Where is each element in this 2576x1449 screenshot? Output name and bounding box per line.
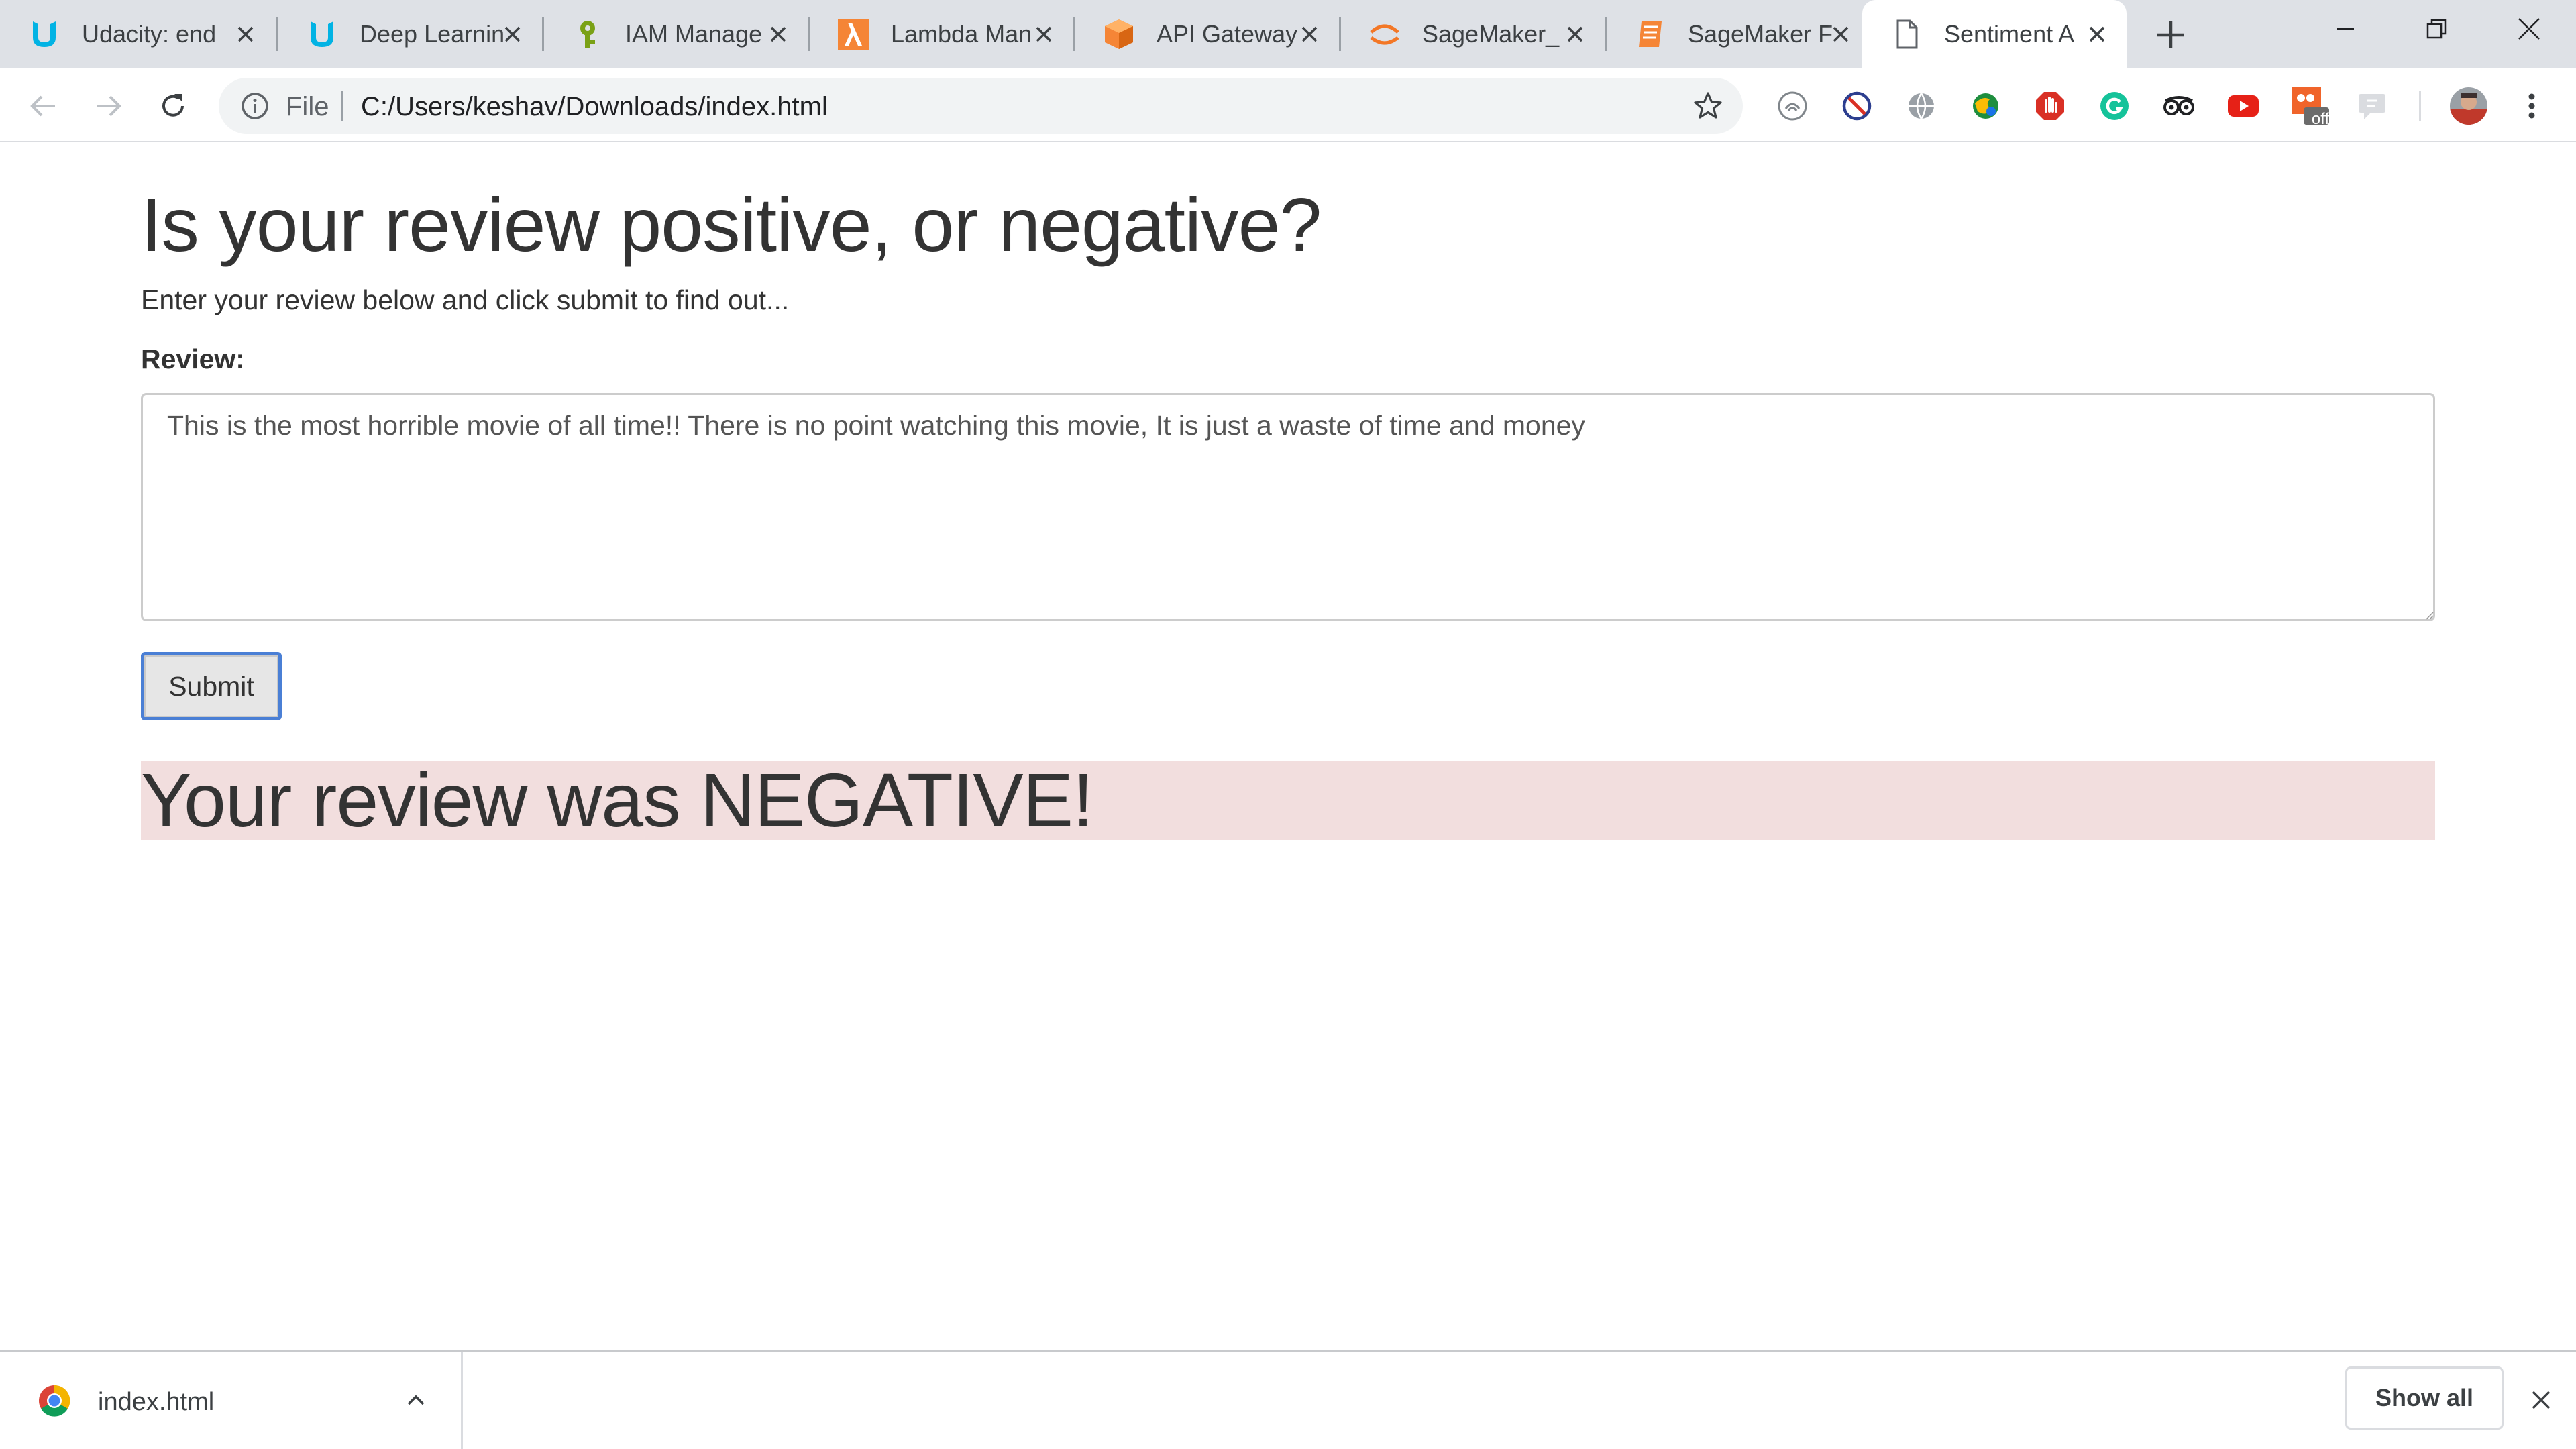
close-icon xyxy=(2518,18,2540,40)
download-bar: index.html Show all xyxy=(0,1350,2576,1449)
tab-close-icon[interactable] xyxy=(496,18,529,50)
wifi-extension-icon[interactable] xyxy=(1775,89,1810,123)
tripadvisor-extension-icon[interactable] xyxy=(2161,89,2196,123)
minimize-button[interactable] xyxy=(2300,0,2391,58)
udacity-icon xyxy=(27,17,62,52)
chevron-up-icon[interactable] xyxy=(398,1383,433,1417)
aws-box-icon xyxy=(1102,17,1136,52)
youtube-extension-icon[interactable] xyxy=(2226,89,2261,123)
tab-close-icon[interactable] xyxy=(229,18,262,50)
tab-sagemaker-notebook[interactable]: SageMaker_ xyxy=(1340,0,1605,68)
menu-kebab-icon[interactable] xyxy=(2514,89,2549,123)
tab-udacity[interactable]: Udacity: end xyxy=(0,0,275,68)
tab-close-icon[interactable] xyxy=(1028,18,1060,50)
page-title: Is your review positive, or negative? xyxy=(141,182,1322,267)
reload-button[interactable] xyxy=(154,87,192,125)
arrow-left-icon xyxy=(30,95,55,117)
tab-strip: Udacity: end Deep Learnin IAM Manage Lam… xyxy=(0,0,2576,68)
tab-sentiment-active[interactable]: Sentiment A xyxy=(1862,0,2127,68)
new-tab-button[interactable] xyxy=(2152,16,2190,54)
page-content: Is your review positive, or negative? En… xyxy=(0,142,2576,1350)
tab-close-icon[interactable] xyxy=(1825,18,1857,50)
adblock-extension-icon[interactable] xyxy=(2033,89,2068,123)
download-item[interactable]: index.html xyxy=(0,1352,463,1449)
submit-button[interactable]: Submit xyxy=(141,652,282,720)
avatar[interactable] xyxy=(2449,86,2489,126)
chrome-icon xyxy=(39,1385,70,1417)
page-icon xyxy=(1889,17,1924,52)
sagemaker-docs-icon xyxy=(1633,17,1668,52)
info-icon[interactable] xyxy=(239,90,271,122)
page-lead: Enter your review below and click submit… xyxy=(141,284,790,315)
tab-api-gateway[interactable]: API Gateway xyxy=(1075,0,1339,68)
result-text: Your review was NEGATIVE! xyxy=(141,758,1093,843)
udacity-icon xyxy=(305,17,339,52)
lambda-icon xyxy=(836,17,871,52)
block-extension-icon[interactable] xyxy=(1839,89,1874,123)
url-separator xyxy=(341,91,343,121)
minimize-icon xyxy=(2337,28,2354,30)
tab-close-icon[interactable] xyxy=(762,18,794,50)
address-bar[interactable]: File C:/Users/keshav/Downloads/index.htm… xyxy=(219,78,1743,134)
tab-sagemaker-docs[interactable]: SageMaker F xyxy=(1606,0,1870,68)
arrow-right-icon xyxy=(97,95,121,117)
tab-close-icon[interactable] xyxy=(1559,18,1591,50)
jupyter-icon xyxy=(1367,17,1402,52)
reload-icon xyxy=(162,94,184,117)
tab-deep-learning[interactable]: Deep Learnin xyxy=(278,0,542,68)
close-window-button[interactable] xyxy=(2483,0,2575,58)
browser-toolbar: File C:/Users/keshav/Downloads/index.htm… xyxy=(0,68,2576,142)
download-file-name: index.html xyxy=(98,1388,215,1416)
plus-icon xyxy=(2157,21,2184,48)
review-textarea[interactable]: This is the most horrible movie of all t… xyxy=(141,393,2435,621)
grammarly-extension-icon[interactable] xyxy=(2097,89,2132,123)
tab-close-icon[interactable] xyxy=(2081,18,2113,50)
url-scheme: File xyxy=(286,92,329,121)
restore-icon xyxy=(2426,19,2447,39)
close-download-bar-icon[interactable] xyxy=(2522,1381,2560,1419)
resize-grip-icon[interactable] xyxy=(2424,610,2434,620)
tab-close-icon[interactable] xyxy=(1293,18,1326,50)
globe-extension-icon[interactable] xyxy=(1904,89,1939,123)
forward-button[interactable] xyxy=(90,87,127,125)
back-button[interactable] xyxy=(24,87,62,125)
tab-lambda[interactable]: Lambda Man xyxy=(809,0,1073,68)
toolbar-separator xyxy=(2419,91,2421,121)
iam-icon xyxy=(570,17,605,52)
world-color-extension-icon[interactable] xyxy=(1968,89,2003,123)
extension-badge: off xyxy=(2311,110,2330,128)
show-all-button[interactable]: Show all xyxy=(2345,1366,2504,1430)
url-text[interactable]: C:/Users/keshav/Downloads/index.html xyxy=(361,92,828,122)
star-icon[interactable] xyxy=(1690,89,1725,123)
review-label: Review: xyxy=(141,343,245,374)
chat-extension-icon[interactable] xyxy=(2355,89,2390,123)
result-alert: Your review was NEGATIVE! xyxy=(141,758,2435,843)
tab-iam[interactable]: IAM Manage xyxy=(543,0,808,68)
restore-button[interactable] xyxy=(2391,0,2482,58)
